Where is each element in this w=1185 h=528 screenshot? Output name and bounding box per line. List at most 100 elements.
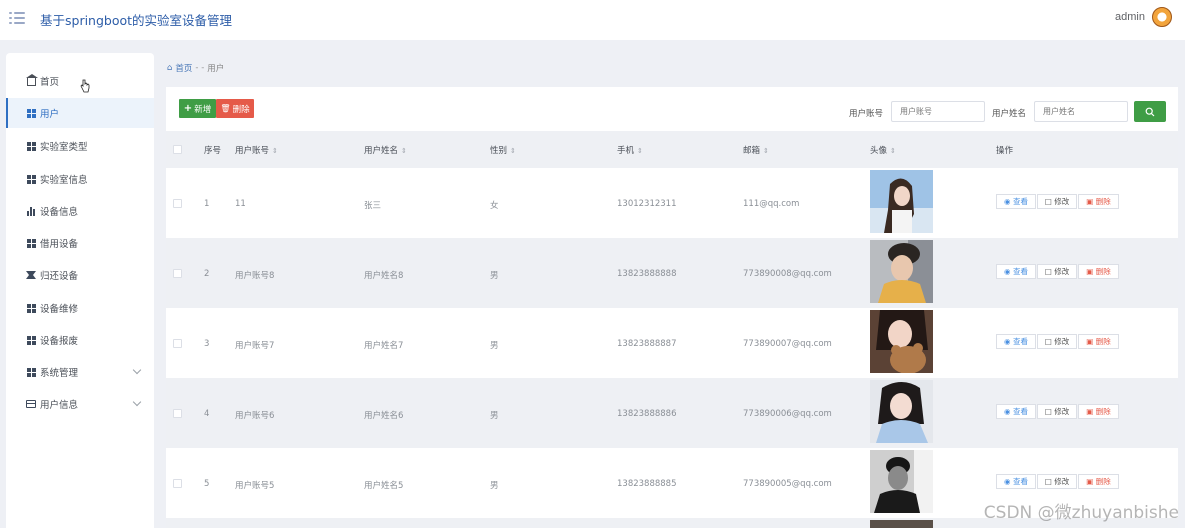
row-delete-button[interactable]: ▣ 删除 bbox=[1078, 194, 1119, 209]
table-row: 4 用户账号6 用户姓名6 男 13823888886 773890006@qq… bbox=[166, 378, 1178, 448]
cell-gender: 男 bbox=[490, 271, 499, 281]
cell-gender: 女 bbox=[490, 201, 499, 211]
row-delete-button[interactable]: ▣ 删除 bbox=[1078, 334, 1119, 349]
column-header-email[interactable]: 邮箱 ⇕ bbox=[743, 144, 769, 156]
cell-index: 2 bbox=[204, 269, 210, 279]
row-delete-button[interactable]: ▣ 删除 bbox=[1078, 474, 1119, 489]
cell-email: 773890006@qq.com bbox=[743, 409, 832, 419]
table-row: 2 用户账号8 用户姓名8 男 13823888888 773890008@qq… bbox=[166, 238, 1178, 308]
cell-index: 5 bbox=[204, 479, 210, 489]
row-checkbox[interactable] bbox=[173, 339, 182, 348]
edit-icon: □ bbox=[1044, 407, 1052, 416]
sidebar-item-label: 用户 bbox=[40, 109, 60, 120]
home-icon bbox=[25, 74, 38, 86]
avatar-photo bbox=[870, 310, 933, 373]
menu-toggle-icon[interactable] bbox=[9, 11, 25, 25]
add-button-label: 新增 bbox=[194, 104, 212, 115]
cell-email: 773890005@qq.com bbox=[743, 479, 832, 489]
name-search-input[interactable] bbox=[1034, 101, 1128, 122]
sidebar-item-borrow[interactable]: 借用设备 bbox=[6, 228, 154, 258]
hand-cursor-icon bbox=[80, 79, 90, 93]
column-header-actions: 操作 bbox=[996, 146, 1014, 156]
card-icon bbox=[26, 399, 36, 409]
breadcrumb-home[interactable]: 首页 bbox=[175, 62, 192, 74]
row-checkbox[interactable] bbox=[173, 479, 182, 488]
sidebar-item-return[interactable]: 归还设备 bbox=[6, 260, 154, 290]
avatar-photo bbox=[870, 170, 933, 233]
breadcrumb-current: 用户 bbox=[207, 64, 225, 74]
edit-button[interactable]: □ 修改 bbox=[1037, 334, 1077, 349]
row-actions: ◉ 查看 □ 修改 ▣ 删除 bbox=[996, 264, 1120, 279]
trash-icon: ▣ bbox=[1086, 267, 1094, 276]
user-avatar[interactable] bbox=[1152, 7, 1172, 27]
sidebar-item-label: 归还设备 bbox=[40, 271, 79, 282]
row-checkbox[interactable] bbox=[173, 199, 182, 208]
sidebar-item-system[interactable]: 系统管理 bbox=[6, 357, 154, 387]
column-header-avatar[interactable]: 头像 ⇕ bbox=[870, 144, 896, 156]
delete-button[interactable]: 🗑 删除 bbox=[216, 99, 254, 118]
view-button[interactable]: ◉ 查看 bbox=[996, 404, 1036, 419]
sidebar-item-device-info[interactable]: 设备信息 bbox=[6, 196, 154, 226]
add-button[interactable]: + 新增 bbox=[179, 99, 216, 118]
home-icon: ⌂ bbox=[167, 63, 173, 73]
cell-phone: 13823888887 bbox=[617, 339, 677, 349]
cell-phone: 13012312311 bbox=[617, 199, 677, 209]
cell-phone: 13823888886 bbox=[617, 409, 677, 419]
avatar-photo bbox=[870, 240, 933, 303]
sidebar-item-label: 设备信息 bbox=[40, 207, 79, 218]
cell-name: 用户姓名6 bbox=[364, 411, 404, 421]
grid-icon bbox=[26, 367, 36, 377]
sidebar-item-users[interactable]: 用户 bbox=[6, 98, 154, 128]
trash-icon: ▣ bbox=[1086, 197, 1094, 206]
user-name[interactable]: admin bbox=[1115, 11, 1145, 23]
cell-account: 11 bbox=[235, 199, 246, 209]
sidebar-item-scrap[interactable]: 设备报废 bbox=[6, 325, 154, 355]
sidebar-item-lab-info[interactable]: 实验室信息 bbox=[6, 164, 154, 194]
sidebar-item-lab-type[interactable]: 实验室类型 bbox=[6, 131, 154, 161]
column-header-gender[interactable]: 性别 ⇕ bbox=[490, 144, 516, 156]
cell-account: 用户账号6 bbox=[235, 411, 275, 421]
view-button[interactable]: ◉ 查看 bbox=[996, 334, 1036, 349]
edit-button[interactable]: □ 修改 bbox=[1037, 194, 1077, 209]
row-actions: ◉ 查看 □ 修改 ▣ 删除 bbox=[996, 474, 1120, 489]
view-button[interactable]: ◉ 查看 bbox=[996, 264, 1036, 279]
view-button[interactable]: ◉ 查看 bbox=[996, 194, 1036, 209]
edit-button[interactable]: □ 修改 bbox=[1037, 474, 1077, 489]
row-checkbox[interactable] bbox=[173, 409, 182, 418]
eye-icon: ◉ bbox=[1004, 337, 1011, 346]
column-header-account[interactable]: 用户账号 ⇕ bbox=[235, 144, 278, 156]
search-button[interactable] bbox=[1134, 101, 1166, 122]
account-search-label: 用户账号 bbox=[849, 109, 884, 119]
bar-chart-icon bbox=[26, 206, 36, 216]
row-actions: ◉ 查看 □ 修改 ▣ 删除 bbox=[996, 404, 1120, 419]
cell-phone: 13823888885 bbox=[617, 479, 677, 489]
edit-button[interactable]: □ 修改 bbox=[1037, 404, 1077, 419]
app-title: 基于springboot的实验室设备管理 bbox=[40, 13, 233, 28]
grid-icon bbox=[26, 335, 36, 345]
edit-button[interactable]: □ 修改 bbox=[1037, 264, 1077, 279]
breadcrumb-separator: - - bbox=[195, 63, 205, 73]
select-all-checkbox[interactable] bbox=[173, 145, 182, 154]
row-delete-button[interactable]: ▣ 删除 bbox=[1078, 404, 1119, 419]
column-header-name[interactable]: 用户姓名 ⇕ bbox=[364, 144, 407, 156]
eye-icon: ◉ bbox=[1004, 407, 1011, 416]
sidebar-item-repair[interactable]: 设备维修 bbox=[6, 293, 154, 323]
chevron-down-icon bbox=[132, 365, 142, 375]
grid-icon bbox=[26, 303, 36, 313]
trash-icon: ▣ bbox=[1086, 407, 1094, 416]
row-delete-button[interactable]: ▣ 删除 bbox=[1078, 264, 1119, 279]
avatar-photo bbox=[870, 380, 933, 443]
account-search-input[interactable] bbox=[891, 101, 985, 122]
row-actions: ◉ 查看 □ 修改 ▣ 删除 bbox=[996, 334, 1120, 349]
edit-icon: □ bbox=[1044, 477, 1052, 486]
swap-icon bbox=[26, 270, 36, 280]
row-checkbox[interactable] bbox=[173, 269, 182, 278]
chevron-down-icon bbox=[132, 397, 142, 407]
delete-button-label: 删除 bbox=[232, 104, 250, 115]
cell-name: 用户姓名8 bbox=[364, 271, 404, 281]
column-header-phone[interactable]: 手机 ⇕ bbox=[617, 144, 643, 156]
eye-icon: ◉ bbox=[1004, 477, 1011, 486]
edit-icon: □ bbox=[1044, 267, 1052, 276]
view-button[interactable]: ◉ 查看 bbox=[996, 474, 1036, 489]
sidebar-item-user-info[interactable]: 用户信息 bbox=[6, 389, 154, 419]
